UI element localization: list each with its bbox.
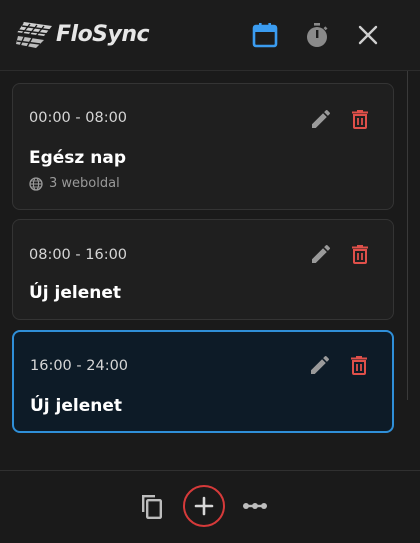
pencil-icon bbox=[311, 355, 330, 374]
trash-icon bbox=[352, 245, 368, 264]
edit-button[interactable] bbox=[309, 242, 333, 266]
close-icon bbox=[358, 25, 378, 45]
copy-icon bbox=[142, 495, 163, 520]
flosync-logo-icon bbox=[15, 22, 52, 48]
timer-button[interactable] bbox=[302, 20, 332, 50]
scene-meta: 3 weboldal bbox=[29, 176, 120, 192]
trash-icon bbox=[352, 110, 368, 129]
scene-title: Új jelenet bbox=[30, 396, 123, 416]
trash-icon bbox=[351, 356, 367, 375]
pencil-icon bbox=[312, 244, 331, 263]
app-title: FloSync bbox=[56, 22, 150, 47]
add-scene-button[interactable] bbox=[189, 491, 219, 521]
pencil-icon bbox=[312, 109, 331, 128]
scene-title: Egész nap bbox=[29, 148, 126, 168]
more-options-button[interactable] bbox=[240, 491, 270, 521]
scene-time: 00:00 - 08:00 bbox=[29, 110, 128, 126]
calendar-icon bbox=[252, 23, 278, 48]
scene-title: Új jelenet bbox=[29, 283, 122, 303]
scene-time: 16:00 - 24:00 bbox=[30, 358, 129, 374]
scene-time: 08:00 - 16:00 bbox=[29, 247, 128, 263]
website-count: 3 weboldal bbox=[49, 176, 120, 191]
scene-card[interactable]: 00:00 - 08:00 Egész nap 3 weboldal bbox=[12, 83, 394, 210]
more-icon bbox=[243, 503, 267, 509]
globe-icon bbox=[29, 177, 43, 191]
scene-card-active[interactable]: 16:00 - 24:00 Új jelenet bbox=[12, 330, 394, 433]
copy-button[interactable] bbox=[137, 491, 167, 521]
timer-icon bbox=[307, 23, 328, 47]
delete-button[interactable] bbox=[348, 107, 372, 131]
edit-button[interactable] bbox=[309, 107, 333, 131]
calendar-button[interactable] bbox=[250, 20, 280, 50]
edit-button[interactable] bbox=[308, 353, 332, 377]
add-icon bbox=[194, 496, 214, 516]
close-button[interactable] bbox=[353, 20, 383, 50]
delete-button[interactable] bbox=[348, 242, 372, 266]
app-header: FloSync bbox=[0, 0, 420, 71]
scene-card[interactable]: 08:00 - 16:00 Új jelenet bbox=[12, 219, 394, 320]
delete-button[interactable] bbox=[347, 353, 371, 377]
